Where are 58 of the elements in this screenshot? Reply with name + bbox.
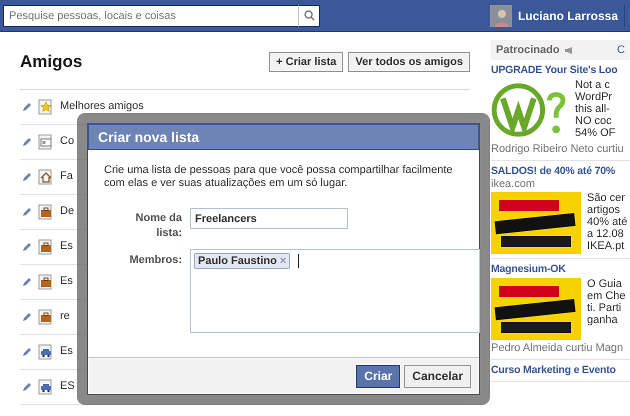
pencil-icon[interactable]: [22, 136, 32, 146]
briefcase-list-icon: [38, 238, 54, 254]
search-button[interactable]: [298, 4, 320, 26]
pencil-icon[interactable]: [22, 172, 32, 182]
toolbar-button[interactable]: + Criar lista: [269, 52, 344, 72]
list-name[interactable]: Es: [60, 343, 73, 360]
pencil-icon[interactable]: [22, 382, 32, 392]
list-name[interactable]: Melhores amigos: [60, 98, 144, 115]
ad-title[interactable]: SALDOS! de 40% até 70%: [491, 165, 630, 178]
avatar[interactable]: [490, 4, 512, 26]
car-list-icon: [38, 344, 54, 360]
list-name[interactable]: Es: [60, 238, 73, 255]
list-name[interactable]: De: [60, 203, 74, 220]
house-list-icon: [38, 168, 54, 184]
ad-domain: ikea.com: [491, 178, 536, 190]
ad-title[interactable]: Curso Marketing e Evento: [491, 364, 630, 377]
star-list-icon: [38, 98, 54, 114]
toolbar-button[interactable]: Ver todos os amigos: [348, 52, 470, 72]
sponsored-label: Patrocinado: [496, 42, 560, 58]
ad-title[interactable]: UPGRADE Your Site's Loo: [491, 64, 630, 77]
members-field[interactable]: Paulo Faustino ×: [190, 249, 480, 333]
list-name[interactable]: Co: [60, 133, 74, 150]
ad-social-line: Rodrigo Ribeiro Neto curtiu: [491, 143, 625, 156]
card-list-icon: [38, 134, 54, 150]
create-button[interactable]: Criar: [356, 364, 400, 388]
pencil-icon[interactable]: [22, 346, 32, 356]
pencil-icon[interactable]: [22, 276, 32, 286]
pencil-icon[interactable]: [22, 206, 32, 216]
ad-description: O Guia em Che ti. Parti ganha: [587, 278, 626, 328]
dialog-title: Criar nova lista: [88, 124, 479, 150]
car-list-icon: [38, 378, 54, 394]
briefcase-list-icon: [38, 204, 54, 220]
ad-social-line: Pedro Almeida curtiu Magn: [491, 342, 624, 355]
field-label: Membros:: [128, 253, 182, 268]
text-cursor: [298, 254, 300, 268]
pencil-icon[interactable]: [22, 242, 32, 252]
ad-description: São cer artigos 40% até a 12.08 IKEA.pt: [587, 192, 628, 254]
create-ad-link[interactable]: C: [617, 42, 625, 58]
ad-description: Not a c WordPr this all- NO coc 54% OF: [575, 79, 616, 141]
field-label: Nome da lista:: [134, 211, 182, 241]
user-name[interactable]: Luciano Larrossa: [518, 6, 618, 24]
search-icon[interactable]: [304, 10, 314, 21]
dialog-description: Crie uma lista de pessoas para que você possa compartilhar facilmente com elas e ver suas atualizações em um só lugar.: [104, 164, 454, 190]
megaphone-icon: [564, 46, 574, 54]
list-name[interactable]: Es: [60, 273, 73, 290]
list-name[interactable]: Fa: [60, 168, 73, 185]
briefcase-list-icon: [38, 308, 54, 324]
member-token[interactable]: Paulo Faustino ×: [194, 253, 290, 269]
list-name[interactable]: re: [60, 308, 70, 325]
cancel-button[interactable]: Cancelar: [404, 364, 471, 388]
list-name-input[interactable]: Freelancers: [190, 208, 348, 229]
briefcase-list-icon: [38, 274, 54, 290]
list-name[interactable]: ES: [60, 378, 75, 395]
pencil-icon[interactable]: [22, 102, 32, 112]
pencil-icon[interactable]: [22, 312, 32, 322]
search-field[interactable]: Pesquise pessoas, locais e coisas: [3, 4, 298, 26]
page-title: Amigos: [20, 51, 82, 73]
ad-title[interactable]: Magnesium-OK: [491, 263, 630, 276]
